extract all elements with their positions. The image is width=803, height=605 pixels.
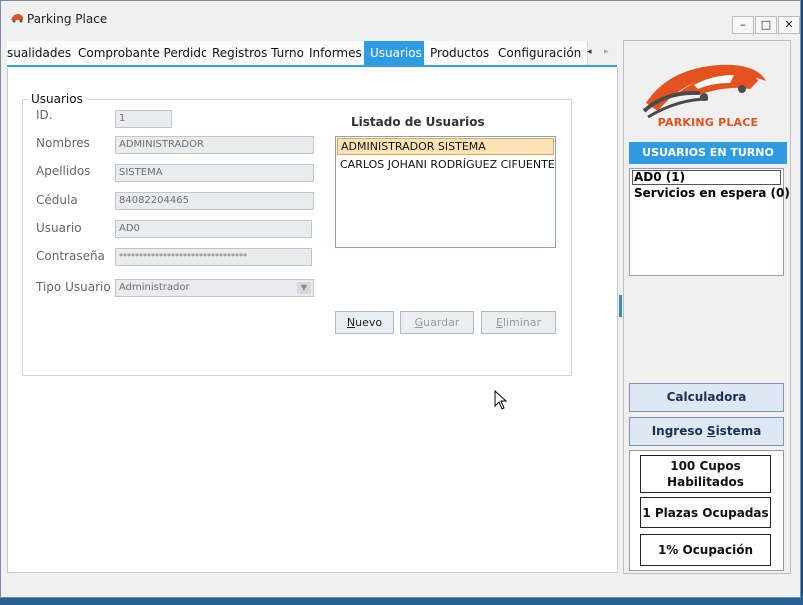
ingreso-sistema-button[interactable]: Ingreso Sistema bbox=[629, 417, 784, 446]
maximize-button[interactable]: □ bbox=[755, 16, 777, 34]
window-title: Parking Place bbox=[27, 12, 108, 26]
title-bar: Parking Place – □ ✕ bbox=[1, 1, 800, 39]
panel-splitter[interactable] bbox=[619, 295, 622, 317]
calculator-button[interactable]: Calculadora bbox=[629, 383, 784, 412]
cupos-line2: Habilitados bbox=[667, 475, 744, 489]
list-item[interactable]: Servicios en espera (0) bbox=[632, 186, 790, 200]
app-window: Parking Place – □ ✕ sualidades Comproban… bbox=[0, 0, 801, 598]
nuevo-mnemonic: N bbox=[346, 316, 356, 329]
list-item[interactable]: ADMINISTRADOR SISTEMA bbox=[337, 138, 554, 155]
cupos-line1: 100 Cupos bbox=[670, 459, 741, 473]
users-list-title: Listado de Usuarios bbox=[351, 115, 485, 129]
nuevo-label: uevo bbox=[355, 316, 383, 329]
tab-informes[interactable]: Informes bbox=[303, 41, 369, 65]
side-panel: PARKING PLACE USUARIOS EN TURNO AD0 (1) … bbox=[623, 40, 791, 574]
usuario-label: Usuario bbox=[36, 221, 82, 235]
id-label: ID. bbox=[36, 108, 53, 122]
password-field[interactable]: ******************************** bbox=[115, 248, 312, 266]
cedula-label: Cédula bbox=[36, 193, 78, 207]
cupos-habilitados-stat: 100 Cupos Habilitados bbox=[640, 455, 771, 493]
ocupacion-stat: 1% Ocupación bbox=[640, 534, 771, 566]
tab-scroll-left-icon[interactable]: ◂ bbox=[587, 47, 592, 57]
guardar-label: uardar bbox=[423, 316, 460, 329]
guardar-mnemonic: G bbox=[414, 316, 424, 329]
tab-casualidades[interactable]: sualidades bbox=[7, 41, 79, 65]
tab-registros-turno[interactable]: Registros Turno bbox=[206, 41, 311, 65]
nuevo-button[interactable]: Nuevo bbox=[335, 311, 394, 334]
apellidos-label: Apellidos bbox=[36, 164, 91, 178]
users-on-shift-header: USUARIOS EN TURNO bbox=[629, 142, 787, 164]
list-item[interactable]: AD0 (1) bbox=[632, 170, 781, 185]
tab-comprobante-perdido[interactable]: Comprobante Perdido bbox=[72, 41, 216, 65]
logo-text: PARKING PLACE bbox=[657, 116, 759, 129]
nombres-field[interactable]: ADMINISTRADOR bbox=[115, 136, 314, 154]
tab-productos[interactable]: Productos bbox=[424, 41, 497, 65]
parking-car-icon bbox=[11, 14, 23, 23]
contrasena-label: Contraseña bbox=[36, 249, 105, 263]
ingreso-suffix: istema bbox=[715, 424, 762, 438]
list-item[interactable]: CARLOS JOHANI RODRÍGUEZ CIFUENTES bbox=[337, 156, 554, 173]
eliminar-label: liminar bbox=[502, 316, 542, 329]
apellidos-field[interactable]: SISTEMA bbox=[115, 164, 314, 182]
ingreso-prefix: Ingreso bbox=[651, 424, 707, 438]
eliminar-button[interactable]: Eliminar bbox=[481, 311, 556, 334]
guardar-button[interactable]: Guardar bbox=[400, 311, 474, 334]
close-button[interactable]: ✕ bbox=[778, 16, 800, 34]
tipo-usuario-label: Tipo Usuario bbox=[36, 280, 111, 294]
minimize-button[interactable]: – bbox=[732, 16, 754, 34]
mouse-cursor-icon bbox=[494, 390, 508, 410]
usuario-field[interactable]: AD0 bbox=[115, 220, 312, 238]
plazas-ocupadas-stat: 1 Plazas Ocupadas bbox=[640, 497, 771, 528]
users-on-shift-list[interactable]: AD0 (1) Servicios en espera (0) bbox=[629, 168, 790, 276]
chevron-down-icon[interactable]: ▼ bbox=[297, 282, 311, 294]
nombres-label: Nombres bbox=[36, 136, 90, 150]
ingreso-mnemonic: S bbox=[706, 424, 716, 438]
usuarios-tab-panel: Usuarios ID. 1 Nombres ADMINISTRADOR Ape… bbox=[7, 68, 618, 573]
main-tab-strip: sualidades Comprobante Perdido Registros… bbox=[7, 41, 617, 67]
tipo-usuario-select[interactable]: Administrador ▼ bbox=[115, 279, 314, 297]
tipo-usuario-value: Administrador bbox=[119, 282, 190, 293]
occupancy-stats-box: 100 Cupos Habilitados 1 Plazas Ocupadas … bbox=[629, 450, 784, 571]
eliminar-mnemonic: E bbox=[495, 316, 503, 329]
users-group-title: Usuarios bbox=[28, 92, 86, 106]
tab-usuarios[interactable]: Usuarios bbox=[364, 41, 428, 65]
id-field[interactable]: 1 bbox=[115, 110, 172, 128]
tab-configuracion[interactable]: Configuración bbox=[492, 41, 589, 65]
cedula-field[interactable]: 84082204465 bbox=[115, 192, 314, 210]
tab-scroll-right-icon[interactable]: ▸ bbox=[604, 47, 609, 57]
users-listbox[interactable]: ADMINISTRADOR SISTEMA CARLOS JOHANI RODR… bbox=[335, 136, 556, 248]
